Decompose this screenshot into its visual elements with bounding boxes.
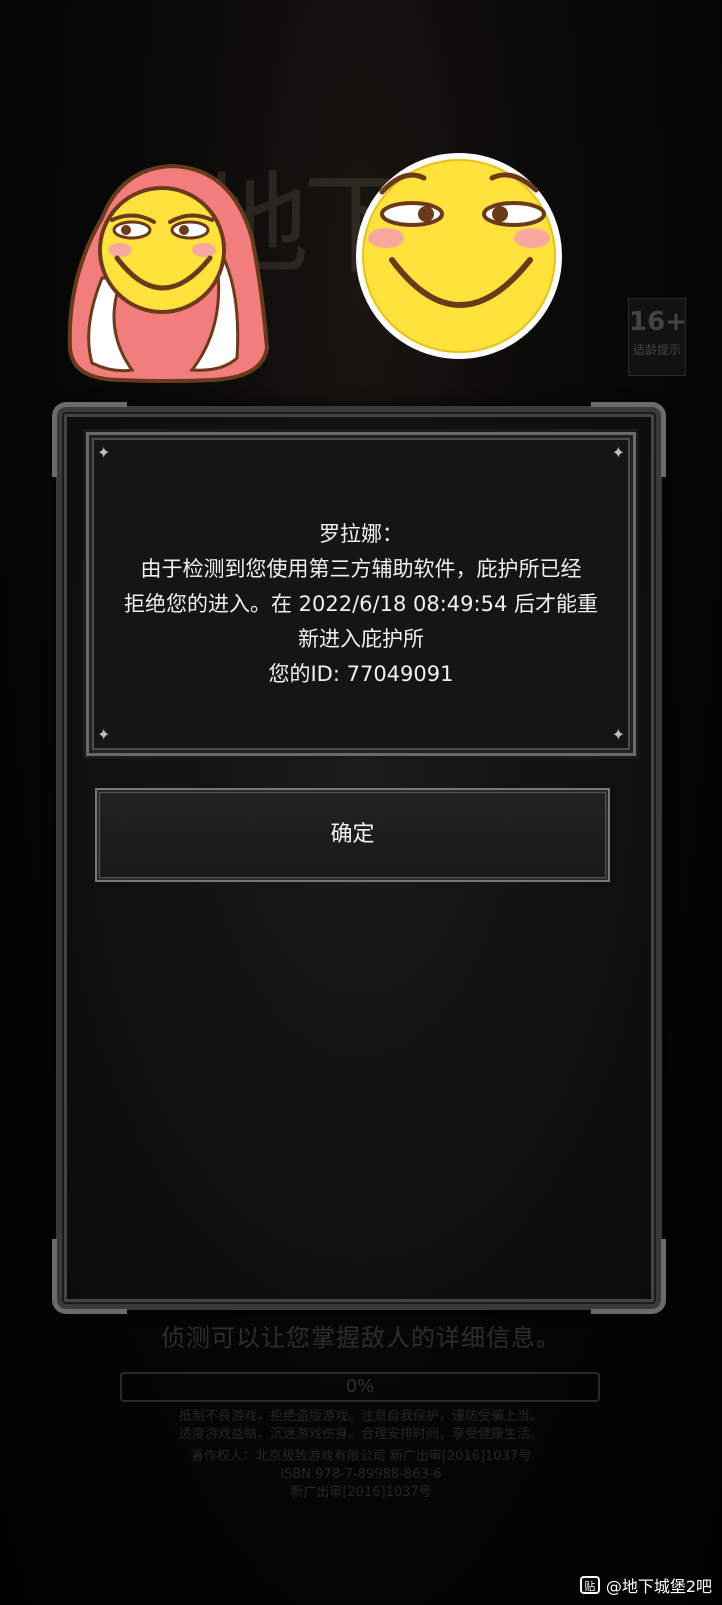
dialog-message: 罗拉娜： 由于检测到您使用第三方辅助软件，庇护所已经 拒绝您的进入。在 2022… xyxy=(89,517,633,692)
sparkle-icon: ✦ xyxy=(611,725,625,744)
age-rating-badge: 16+ 适龄提示 xyxy=(628,298,687,376)
dialog-line: 新进入庇护所 xyxy=(298,627,424,651)
frame-corner-bottom-left xyxy=(52,1239,127,1314)
blanket-smirk-emoji-icon xyxy=(67,163,270,383)
watermark-text: @地下城堡2吧 xyxy=(605,1577,712,1596)
tieba-logo-icon: 贴 xyxy=(579,1576,600,1594)
sparkle-icon: ✦ xyxy=(611,443,625,462)
age-rating-number: 16+ xyxy=(629,307,687,337)
smirk-emoji-icon xyxy=(356,153,562,359)
confirm-button[interactable]: 确定 xyxy=(95,788,610,882)
loading-progress-label: 0% xyxy=(345,1376,375,1397)
user-id-line: 您的ID: 77049091 xyxy=(268,662,454,686)
tieba-watermark: 贴 @地下城堡2吧 xyxy=(579,1572,712,1598)
frame-corner-bottom-right xyxy=(591,1239,666,1314)
license-notice: 著作权人：北京极致游戏有限公司 新广出审[2016]1037号 xyxy=(190,1449,532,1464)
sparkle-icon: ✦ xyxy=(97,725,111,744)
dialog-speaker: 罗拉娜： xyxy=(319,522,403,546)
isbn-notice: ISBN 978-7-89988-863-6 xyxy=(280,1467,442,1482)
message-dialog: ✦ ✦ ✦ ✦ 罗拉娜： 由于检测到您使用第三方辅助软件，庇护所已经 拒绝您的进… xyxy=(86,432,636,756)
loading-tip: 侦测可以让您掌握敌人的详细信息。 xyxy=(161,1324,561,1352)
health-notice: 适度游戏益脑，沉迷游戏伤身。合理安排时间，享受健康生活。 xyxy=(178,1427,543,1442)
approval-notice: 新广出审[2016]1037号 xyxy=(290,1485,432,1500)
sparkle-icon: ✦ xyxy=(97,443,111,462)
dialog-line: 拒绝您的进入。在 2022/6/18 08:49:54 后才能重 xyxy=(123,592,599,616)
loading-progress-bar: 0% xyxy=(120,1372,600,1402)
health-notice: 抵制不良游戏，拒绝盗版游戏。注意自我保护，谨防受骗上当。 xyxy=(178,1409,543,1424)
age-rating-label: 适龄提示 xyxy=(632,343,681,357)
dialog-line: 由于检测到您使用第三方辅助软件，庇护所已经 xyxy=(140,557,582,581)
